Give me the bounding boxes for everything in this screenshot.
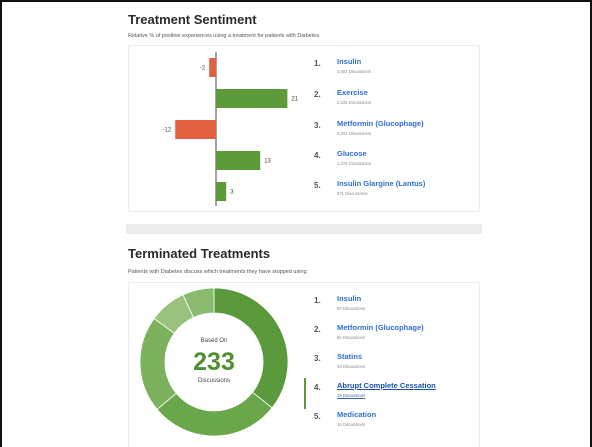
rank-number: 1. (314, 296, 321, 305)
treatment-link[interactable]: Abrupt Complete Cessation (337, 381, 436, 390)
bar-value-label: -2 (200, 66, 206, 72)
sentiment-bar-chart: -2 21 -12 13 3 (163, 52, 299, 206)
sentiment-bar[interactable] (175, 120, 216, 139)
treatment-link[interactable]: Insulin (337, 57, 361, 66)
treatment-link[interactable]: Metformin (Glucophage) (337, 119, 424, 128)
terminated-donut-chart: Based On 233 Discussions (139, 287, 289, 437)
treatment-link[interactable]: Metformin (Glucophage) (337, 323, 424, 332)
sentiment-title: Treatment Sentiment (128, 12, 257, 27)
treatment-link[interactable]: Medication (337, 410, 376, 419)
bar-value-label: 21 (291, 97, 298, 103)
rank-number: 5. (314, 412, 321, 421)
rank-number: 2. (314, 325, 321, 334)
rank-number: 5. (314, 181, 321, 190)
treatment-link[interactable]: Exercise (337, 88, 368, 97)
discussion-count: 1,379 Discussions (337, 161, 371, 166)
treatment-link[interactable]: Glucose (337, 149, 367, 158)
treatment-link[interactable]: Statins (337, 352, 362, 361)
treatment-link[interactable]: Insulin Glargine (Lantus) (337, 179, 425, 188)
bar-value-label: 3 (230, 190, 234, 196)
sentiment-bar[interactable] (216, 89, 288, 108)
rank-number: 3. (314, 121, 321, 130)
donut-center-bottom: Discussions (198, 378, 230, 384)
discussion-count: 2,202 Discussions (337, 131, 371, 136)
bar-value-label: -12 (163, 128, 172, 134)
donut-center-top: Based On (201, 338, 228, 344)
discussion-count: 19 Discussions (337, 393, 366, 398)
sentiment-bar[interactable] (216, 151, 261, 170)
discussion-count: 971 Discussions (337, 191, 368, 196)
donut-center-value: 233 (193, 348, 235, 376)
bar-value-label: 13 (264, 159, 271, 165)
discussion-count: 3,882 Discussions (337, 69, 371, 74)
discussion-count: 49 Discussions (337, 364, 366, 369)
selected-indicator (304, 378, 306, 409)
rank-number: 4. (314, 383, 321, 392)
terminated-subtitle: Patients with Diabetes discuss which tre… (128, 269, 309, 275)
rank-number: 2. (314, 90, 321, 99)
rank-number: 1. (314, 59, 321, 68)
treatment-link[interactable]: Insulin (337, 294, 361, 303)
terminated-title: Terminated Treatments (128, 246, 271, 261)
rank-number: 4. (314, 151, 321, 160)
section-divider (126, 224, 482, 234)
page-frame: Treatment Sentiment Relative % of positi… (0, 0, 592, 447)
sentiment-bar[interactable] (216, 182, 227, 201)
rank-number: 3. (314, 354, 321, 363)
discussion-count: 66 Discussions (337, 335, 366, 340)
discussion-count: 16 Discussions (337, 422, 366, 427)
sentiment-subtitle: Relative % of positive experiences using… (128, 33, 321, 39)
sentiment-bar[interactable] (209, 58, 216, 77)
discussion-count: 83 Discussions (337, 306, 366, 311)
discussion-count: 2,525 Discussions (337, 100, 371, 105)
